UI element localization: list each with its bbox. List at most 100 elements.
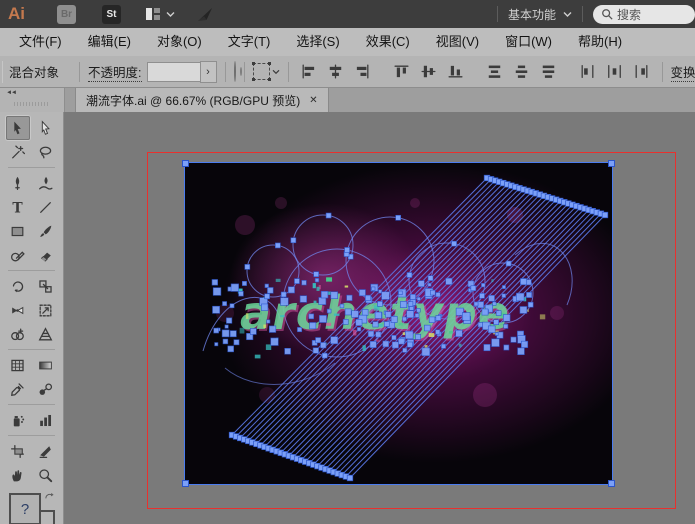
- align-center-h-button[interactable]: [324, 61, 348, 83]
- recolor-artwork-icon[interactable]: [234, 61, 236, 82]
- tool-selection[interactable]: [6, 116, 30, 140]
- dist-center-v-button[interactable]: [510, 61, 534, 83]
- opacity-link[interactable]: 不透明度:: [88, 62, 141, 82]
- dist-left-button[interactable]: [576, 61, 600, 83]
- tool-slice[interactable]: [34, 439, 58, 463]
- dist-bottom-icon: [540, 63, 557, 80]
- selection-anchor[interactable]: [608, 480, 615, 487]
- dock-grip[interactable]: [14, 102, 50, 106]
- opacity-input[interactable]: [147, 62, 200, 82]
- tool-rotate[interactable]: [6, 274, 30, 298]
- menu-item-3[interactable]: 文字(T): [215, 28, 284, 56]
- search-placeholder: 搜索: [617, 6, 641, 23]
- artboard[interactable]: archetypearchetype: [185, 163, 612, 484]
- align-top-icon: [393, 63, 410, 80]
- menu-item-1[interactable]: 编辑(E): [75, 28, 144, 56]
- svg-text:T: T: [12, 200, 23, 216]
- collapse-dock-button[interactable]: ◄◄: [6, 89, 16, 96]
- tool-group-divider: [8, 404, 55, 405]
- stock-badge[interactable]: St: [102, 5, 121, 24]
- selection-anchor[interactable]: [608, 160, 615, 167]
- gradient-icon: [37, 357, 54, 374]
- tool-width[interactable]: [6, 298, 30, 322]
- rocket-icon[interactable]: [197, 7, 214, 22]
- zoom-icon: [37, 467, 54, 484]
- tool-direct-selection[interactable]: [34, 116, 58, 140]
- menu-item-6[interactable]: 视图(V): [423, 28, 492, 56]
- tool-symbol-sprayer[interactable]: [6, 408, 30, 432]
- tool-eyedropper[interactable]: [6, 377, 30, 401]
- tool-artboard[interactable]: [6, 439, 30, 463]
- menu-item-5[interactable]: 效果(C): [353, 28, 423, 56]
- canvas[interactable]: archetypearchetype: [64, 112, 695, 524]
- chevron-down-icon: [272, 69, 280, 75]
- tab-strip: ◄◄ 潮流字体.ai @ 66.67% (RGB/GPU 预览) ✕: [0, 88, 695, 112]
- tool-blend[interactable]: [34, 377, 58, 401]
- dist-bottom-button[interactable]: [537, 61, 561, 83]
- document-tab-title: 潮流字体.ai @ 66.67% (RGB/GPU 预览): [86, 92, 300, 109]
- tool-line-segment[interactable]: [34, 195, 58, 219]
- menu-item-7[interactable]: 窗口(W): [492, 28, 565, 56]
- tool-magic-wand[interactable]: [6, 140, 30, 164]
- blend-icon: [37, 381, 54, 398]
- align-right-button[interactable]: [351, 61, 375, 83]
- tool-shaper[interactable]: [6, 243, 30, 267]
- tool-gradient[interactable]: [34, 353, 58, 377]
- dist-top-icon: [486, 63, 503, 80]
- selection-anchor[interactable]: [182, 480, 189, 487]
- tool-paintbrush[interactable]: [34, 219, 58, 243]
- opacity-expand-button[interactable]: ›: [200, 61, 217, 83]
- tool-type[interactable]: T: [6, 195, 30, 219]
- align-to-selection-button[interactable]: [253, 63, 280, 80]
- swap-fill-stroke-icon[interactable]: [44, 492, 55, 502]
- document-tab[interactable]: 潮流字体.ai @ 66.67% (RGB/GPU 预览) ✕: [75, 88, 329, 112]
- align-center-v-button[interactable]: [417, 61, 441, 83]
- dist-right-button[interactable]: [630, 61, 654, 83]
- divider: [497, 6, 498, 22]
- menu-item-0[interactable]: 文件(F): [6, 28, 75, 56]
- menu-item-2[interactable]: 对象(O): [144, 28, 215, 56]
- free-transform-icon: [37, 302, 54, 319]
- tool-mesh[interactable]: [6, 353, 30, 377]
- search-input[interactable]: 搜索: [593, 5, 695, 24]
- arrange-documents-button[interactable]: [145, 7, 175, 21]
- workspace-label: 基本功能: [508, 6, 556, 23]
- workspace-switcher[interactable]: 基本功能: [508, 6, 572, 23]
- close-tab-icon[interactable]: ✕: [309, 95, 317, 106]
- tool-zoom[interactable]: [34, 463, 58, 487]
- dist-center-h-button[interactable]: [603, 61, 627, 83]
- symbol-sprayer-icon: [9, 412, 26, 429]
- selection-anchor[interactable]: [182, 160, 189, 167]
- bounding-box-icon: [253, 63, 270, 80]
- menu-item-8[interactable]: 帮助(H): [565, 28, 635, 56]
- tool-shape-builder[interactable]: [6, 322, 30, 346]
- transform-link[interactable]: 变换: [671, 62, 695, 82]
- app-logo: Ai: [8, 4, 25, 24]
- tool-lasso[interactable]: [34, 140, 58, 164]
- align-left-button[interactable]: [297, 61, 321, 83]
- bridge-badge[interactable]: Br: [57, 5, 76, 24]
- tool-curvature[interactable]: [34, 171, 58, 195]
- fill-swatch[interactable]: ?: [9, 493, 41, 524]
- tool-pen[interactable]: [6, 171, 30, 195]
- rectangle-icon: [9, 223, 26, 240]
- eyedropper-icon: [9, 381, 26, 398]
- tool-scale[interactable]: [34, 274, 58, 298]
- align-top-button[interactable]: [390, 61, 414, 83]
- dist-top-button[interactable]: [483, 61, 507, 83]
- tool-column-graph[interactable]: [34, 408, 58, 432]
- divider: [662, 62, 663, 82]
- magic-wand-icon: [9, 144, 26, 161]
- layout-icon: [145, 7, 161, 21]
- menu-item-4[interactable]: 选择(S): [283, 28, 352, 56]
- tool-free-transform[interactable]: [34, 298, 58, 322]
- panel-grip[interactable]: [2, 61, 3, 83]
- tool-rectangle[interactable]: [6, 219, 30, 243]
- align-bottom-button[interactable]: [444, 61, 468, 83]
- tool-perspective-grid[interactable]: [34, 322, 58, 346]
- search-icon: [601, 8, 613, 20]
- tool-hand[interactable]: [6, 463, 30, 487]
- align-center-h-icon: [327, 63, 344, 80]
- tool-eraser[interactable]: [34, 243, 58, 267]
- align-left-icon: [300, 63, 317, 80]
